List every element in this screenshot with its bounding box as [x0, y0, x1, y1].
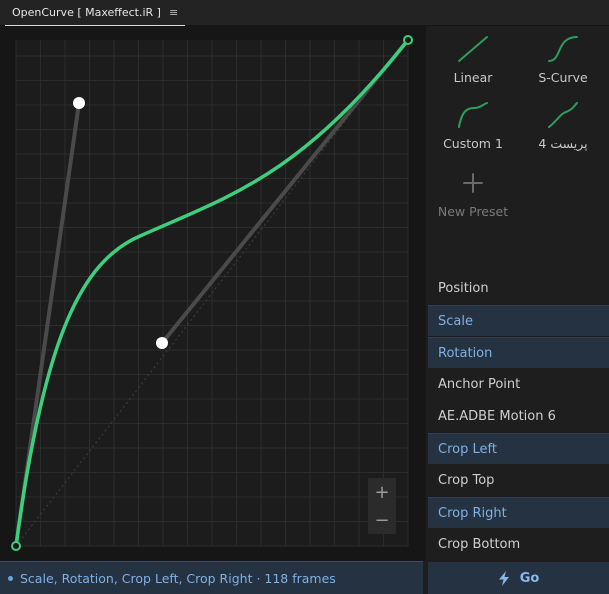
- property-item[interactable]: Scale: [428, 305, 609, 336]
- panel-title: OpenCurve [ Maxeffect.iR ]: [12, 6, 161, 19]
- linear-curve-icon: [458, 36, 488, 62]
- go-label: Go: [519, 570, 540, 586]
- status-bar: Scale, Rotation, Crop Left, Crop Right ·…: [0, 561, 423, 594]
- new-preset-button[interactable]: New Preset: [428, 168, 518, 219]
- bezier-handle-1[interactable]: [73, 97, 85, 109]
- property-item[interactable]: Position: [428, 273, 609, 304]
- preset-label: New Preset: [437, 204, 509, 219]
- zoom-controls: + −: [368, 478, 396, 534]
- preset-custom-1[interactable]: Custom 1: [428, 100, 518, 151]
- property-item[interactable]: Crop Top: [428, 465, 609, 496]
- go-button[interactable]: Go: [428, 562, 609, 594]
- preset-panel: Linear S-Curve Custom 1 پریست 4 New Pres…: [426, 26, 609, 271]
- preset-label: S-Curve: [538, 70, 588, 85]
- status-dot-icon: [8, 575, 13, 581]
- status-text: Scale, Rotation, Crop Left, Crop Right ·…: [20, 570, 336, 586]
- s-curve-icon: [548, 36, 578, 62]
- property-label: Scale: [438, 313, 473, 329]
- preset-curve-icon: [548, 102, 578, 128]
- property-item[interactable]: Crop Bottom: [428, 529, 609, 560]
- property-item[interactable]: AE.ADBE Motion 6: [428, 401, 609, 432]
- property-label: Anchor Point: [438, 377, 521, 392]
- property-label: Crop Right: [438, 505, 507, 521]
- start-keyframe-point[interactable]: [11, 541, 21, 551]
- curve-graph[interactable]: [0, 26, 426, 561]
- lightning-bolt-icon: [498, 570, 509, 586]
- preset-label: Linear: [453, 70, 493, 85]
- property-item[interactable]: Anchor Point: [428, 369, 609, 400]
- title-bar: OpenCurve [ Maxeffect.iR ] ≡: [0, 0, 609, 26]
- end-keyframe-point[interactable]: [403, 35, 413, 45]
- zoom-out-button[interactable]: −: [368, 506, 396, 534]
- plus-icon: [463, 173, 483, 193]
- zoom-in-button[interactable]: +: [368, 478, 396, 506]
- property-label: Crop Bottom: [438, 537, 521, 552]
- bezier-handle-2[interactable]: [156, 337, 168, 349]
- property-label: AE.ADBE Motion 6: [438, 409, 556, 424]
- property-item[interactable]: Rotation: [428, 337, 609, 368]
- property-label: Rotation: [438, 345, 493, 361]
- property-label: Crop Left: [438, 441, 497, 457]
- preset-linear[interactable]: Linear: [428, 34, 518, 85]
- hamburger-menu-icon[interactable]: ≡: [169, 6, 178, 19]
- preset-label: Custom 1: [443, 136, 503, 151]
- preset-4[interactable]: پریست 4: [518, 100, 608, 151]
- preset-s-curve[interactable]: S-Curve: [518, 34, 608, 85]
- property-item[interactable]: Crop Left: [428, 433, 609, 464]
- panel-tab[interactable]: OpenCurve [ Maxeffect.iR ] ≡: [5, 0, 186, 26]
- custom-curve-icon: [458, 102, 488, 128]
- property-label: Crop Top: [438, 473, 495, 488]
- property-item[interactable]: Crop Right: [428, 497, 609, 528]
- preset-label: پریست 4: [538, 136, 588, 151]
- property-label: Position: [438, 281, 489, 296]
- property-list: Position Scale Rotation Anchor Point AE.…: [428, 273, 609, 561]
- curve-graph-panel: + −: [0, 26, 426, 561]
